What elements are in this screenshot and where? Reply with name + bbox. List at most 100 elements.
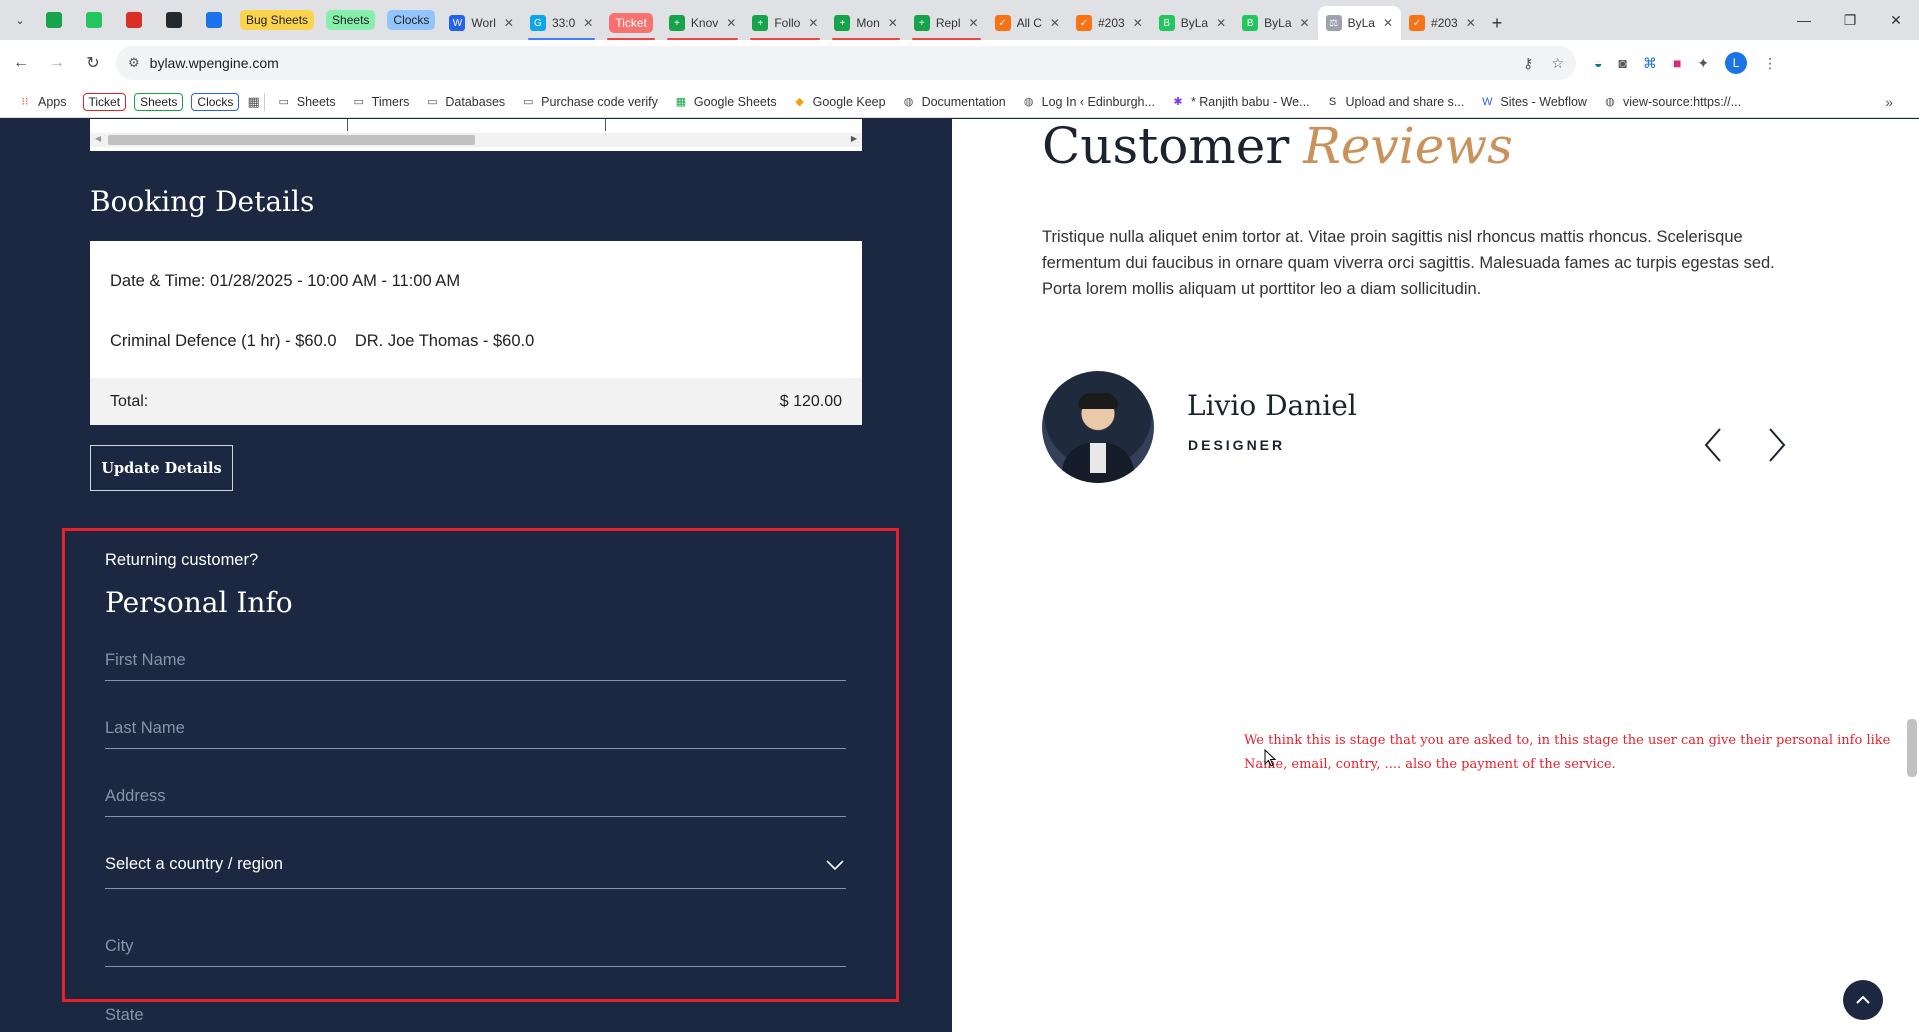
minimize-icon[interactable]: — — [1781, 0, 1827, 40]
avatar-shirt — [1090, 443, 1106, 473]
translate-extension-icon[interactable]: ⌘ — [1643, 55, 1657, 72]
gmail-icon[interactable] — [114, 6, 154, 34]
back-icon[interactable]: ← — [6, 48, 36, 78]
reviewer-role: DESIGNER — [1188, 437, 1286, 453]
table-divider — [347, 119, 348, 131]
bookmark-item[interactable]: ◍ Documentation — [902, 95, 1006, 109]
forward-icon[interactable]: → — [42, 48, 72, 78]
bookmark-item[interactable]: ▭ Timers — [352, 95, 409, 109]
country-select[interactable]: Select a country / region — [105, 841, 846, 889]
tab-group-chip[interactable]: Bug Sheets — [240, 10, 315, 30]
docs-icon[interactable] — [194, 6, 234, 34]
new-tab-button[interactable]: + — [1484, 6, 1511, 40]
address-field[interactable]: Address — [105, 777, 846, 817]
site-info-icon[interactable]: ⚙ — [128, 55, 140, 71]
table-horizontal-scrollbar[interactable]: ◀ ▶ — [90, 119, 862, 151]
bookmark-item[interactable]: ▭ Databases — [425, 95, 505, 109]
tab-favicon-icon: ⚖ — [1325, 15, 1342, 31]
browser-tab[interactable]: B ByLa ✕ — [1234, 6, 1317, 40]
page-scrollbar-thumb[interactable] — [1907, 719, 1917, 777]
bookmark-item[interactable]: W Sites - Webflow — [1480, 95, 1587, 109]
close-tab-icon[interactable]: ✕ — [888, 16, 898, 30]
bookmark-folder-chip[interactable]: Clocks — [191, 92, 240, 111]
bookmark-item[interactable]: ◍ view-source:https://... — [1603, 95, 1741, 109]
globe-icon: ◍ — [903, 96, 914, 108]
browser-tab[interactable]: ✓ All C ✕ — [987, 6, 1068, 40]
heading-accent: Reviews — [1303, 119, 1513, 175]
prev-arrow-icon[interactable] — [1698, 425, 1728, 465]
bookmark-apps[interactable]: ⁝⁝ Apps — [18, 95, 67, 109]
password-key-icon[interactable]: ⚷ — [1523, 55, 1533, 72]
sheets-green-icon[interactable] — [34, 6, 74, 34]
browser-tab[interactable]: ✓ #203 ✕ — [1401, 6, 1484, 40]
close-tab-icon[interactable]: ✕ — [1216, 16, 1226, 30]
more-bookmarks-icon[interactable]: » — [1885, 94, 1893, 110]
state-field[interactable]: State — [105, 995, 846, 1032]
close-tab-icon[interactable]: ✕ — [1133, 16, 1143, 30]
tab-favicon-icon: + — [913, 15, 930, 31]
bookmark-star-icon[interactable]: ☆ — [1551, 55, 1564, 72]
browser-tab[interactable]: W Worl ✕ — [441, 6, 522, 40]
close-tab-icon[interactable]: ✕ — [504, 16, 514, 30]
close-tab-icon[interactable]: ✕ — [583, 16, 593, 30]
close-tab-icon[interactable]: ✕ — [1383, 16, 1393, 30]
bookmark-item[interactable]: ▭ Purchase code verify — [521, 95, 658, 109]
bookmark-item[interactable]: S Upload and share s... — [1326, 95, 1465, 109]
bookmark-folder-chip[interactable]: Sheets — [134, 92, 184, 111]
reviewer-avatar — [1042, 371, 1154, 483]
bookmark-item[interactable]: ✱ * Ranjith babu - We... — [1171, 95, 1309, 109]
browser-tab[interactable]: + Knov ✕ — [661, 6, 744, 40]
browser-tab[interactable]: G 33:0 ✕ — [522, 6, 601, 40]
close-tab-icon[interactable]: ✕ — [808, 16, 818, 30]
returning-customer-link[interactable]: Returning customer? — [105, 551, 258, 570]
browser-tab[interactable]: + Repl ✕ — [906, 6, 987, 40]
tab-group-chip[interactable]: Ticket — [609, 13, 653, 33]
browser-tab[interactable]: + Mon ✕ — [826, 6, 905, 40]
puzzle-extensions-icon[interactable]: ✦ — [1697, 55, 1709, 72]
bookmark-item[interactable]: ▭ Sheets — [277, 95, 336, 109]
browser-tab[interactable]: Ticket — [601, 6, 661, 40]
browser-tab[interactable]: B ByLa ✕ — [1151, 6, 1234, 40]
first-name-field[interactable]: First Name — [105, 641, 846, 681]
reviews-description: Tristique nulla aliquet enim tortor at. … — [1042, 228, 1775, 298]
scroll-thumb[interactable] — [108, 135, 475, 145]
folder-icon: ▭ — [353, 96, 364, 108]
tab-title: Worl — [471, 16, 496, 30]
close-tab-icon[interactable]: ✕ — [1466, 16, 1476, 30]
reload-icon[interactable]: ↻ — [78, 48, 108, 78]
profile-avatar[interactable]: L — [1725, 52, 1748, 74]
close-window-icon[interactable]: ✕ — [1873, 0, 1919, 40]
bookmark-item[interactable]: ◍ Log In ‹ Edinburgh... — [1022, 95, 1155, 109]
booking-summary-card: Date & Time: 01/28/2025 - 10:00 AM - 11:… — [90, 241, 862, 425]
last-name-field[interactable]: Last Name — [105, 709, 846, 749]
tab-search-icon[interactable]: ⌄ — [6, 6, 34, 34]
tab-group-chip[interactable]: Clocks — [387, 10, 436, 30]
close-tab-icon[interactable]: ✕ — [1300, 16, 1310, 30]
tab-group-chip[interactable]: Sheets — [326, 10, 376, 30]
browser-tab[interactable]: ✓ #203 ✕ — [1068, 6, 1151, 40]
browser-tab[interactable]: + Follo ✕ — [744, 6, 826, 40]
close-tab-icon[interactable]: ✕ — [1050, 16, 1060, 30]
scroll-right-arrow-icon[interactable]: ▶ — [851, 134, 857, 143]
camera-extension-icon[interactable]: ◙ — [1618, 55, 1626, 71]
extension-icon[interactable]: ◒ — [1594, 55, 1602, 71]
bylaw-green-icon[interactable] — [74, 6, 114, 34]
restore-icon[interactable]: ❐ — [1827, 0, 1873, 40]
scroll-left-arrow-icon[interactable]: ◀ — [95, 134, 101, 143]
scroll-to-top-button[interactable] — [1843, 980, 1883, 1020]
city-field[interactable]: City — [105, 927, 846, 967]
bookmark-item[interactable]: ▦ Google Sheets — [674, 95, 777, 109]
close-tab-icon[interactable]: ✕ — [726, 16, 736, 30]
menu-kebab-icon[interactable]: ⋮ — [1763, 55, 1777, 72]
chevron-up-icon — [1856, 995, 1870, 1004]
update-details-button[interactable]: Update Details — [90, 445, 233, 491]
close-tab-icon[interactable]: ✕ — [969, 16, 979, 30]
browser-tab[interactable]: ⚖ ByLa ✕ — [1317, 6, 1402, 40]
next-arrow-icon[interactable] — [1762, 425, 1792, 465]
video-extension-icon[interactable]: ■ — [1673, 55, 1681, 71]
address-bar[interactable]: ⚙ bylaw.wpengine.com ⚷ ☆ — [116, 46, 1576, 80]
bookmark-folder-chip[interactable]: Ticket — [82, 92, 127, 111]
github-icon[interactable] — [154, 6, 194, 34]
tab-groups-grid-icon[interactable]: ▦ — [247, 94, 259, 110]
bookmark-item[interactable]: ◆ Google Keep — [793, 95, 885, 109]
